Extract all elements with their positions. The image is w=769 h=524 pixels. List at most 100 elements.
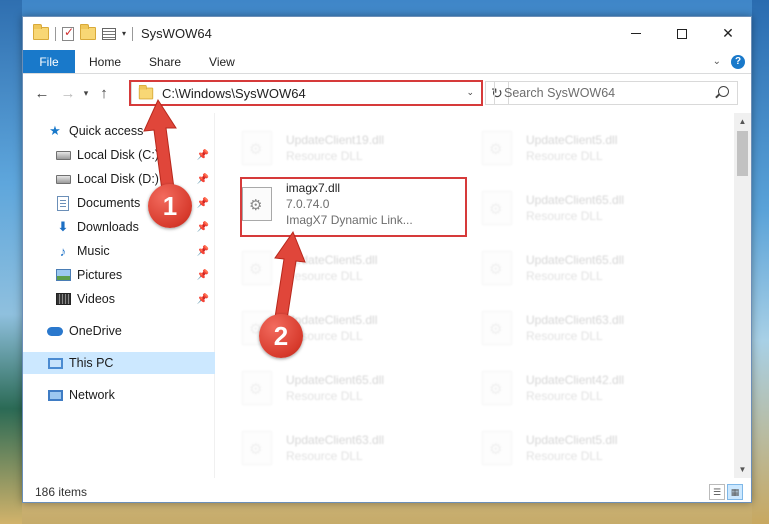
dll-file-icon	[482, 191, 512, 225]
file-item[interactable]: UpdateClient19.dll Resource DLL	[242, 125, 472, 171]
star-icon: ★	[49, 123, 61, 138]
address-dropdown-chevron-icon[interactable]: ⌄	[466, 87, 474, 98]
large-icons-view-icon[interactable]: ▦	[727, 484, 743, 500]
onedrive-icon	[47, 323, 63, 339]
file-name: UpdateClient5.dll	[526, 133, 618, 147]
minimize-button[interactable]	[613, 17, 659, 50]
navigation-bar: ← → ▾ ↑ C:\Windows\SysWOW64 ⌄ ↻	[23, 75, 751, 111]
close-icon: ✕	[722, 25, 734, 41]
file-item[interactable]: UpdateClient42.dll Resource DLL	[482, 365, 712, 411]
forward-button[interactable]: →	[57, 82, 79, 104]
file-item[interactable]: UpdateClient65.dll Resource DLL	[482, 245, 712, 291]
tab-file[interactable]: File	[23, 50, 75, 73]
scroll-up-icon[interactable]: ▲	[734, 113, 751, 130]
new-folder-icon[interactable]	[80, 24, 96, 40]
tab-view[interactable]: View	[195, 50, 249, 73]
recent-locations-button[interactable]: ▾	[79, 82, 93, 104]
scrollbar-thumb[interactable]	[737, 131, 748, 176]
dll-file-icon	[482, 371, 512, 405]
pin-icon[interactable]: 📌	[197, 270, 209, 281]
documents-icon	[55, 195, 71, 211]
folder-icon	[33, 24, 49, 40]
dll-file-icon	[482, 131, 512, 165]
sidebar-item-pictures[interactable]: Pictures 📌	[23, 264, 215, 286]
dll-file-icon	[242, 431, 272, 465]
sidebar-item-label: This PC	[69, 356, 114, 370]
details-view-icon[interactable]: ☰	[709, 484, 725, 500]
toolbar-divider	[132, 26, 134, 41]
file-type: Resource DLL	[526, 449, 603, 463]
sidebar-item-videos[interactable]: Videos 📌	[23, 288, 215, 310]
sidebar-item-this-pc[interactable]: This PC	[23, 352, 215, 374]
up-arrow-icon: ↑	[100, 84, 108, 102]
file-type: Resource DLL	[526, 209, 603, 223]
search-icon[interactable]	[718, 86, 729, 97]
sidebar-item-network[interactable]: Network	[23, 384, 215, 406]
dll-file-icon	[242, 251, 272, 285]
file-item[interactable]: UpdateClient5.dll Resource DLL	[482, 125, 712, 171]
pin-icon[interactable]: 📌	[197, 198, 209, 209]
window-title: SysWOW64	[141, 26, 212, 41]
sidebar-item-music[interactable]: ♪ Music 📌	[23, 240, 215, 262]
minimize-icon	[631, 33, 641, 34]
sidebar-item-label: Pictures	[77, 268, 123, 282]
address-path[interactable]: C:\Windows\SysWOW64	[162, 86, 306, 101]
scroll-down-icon[interactable]: ▼	[734, 461, 751, 478]
back-button[interactable]: ←	[31, 82, 53, 104]
step-2-badge: 2	[259, 314, 303, 358]
file-item[interactable]: UpdateClient63.dll Resource DLL	[242, 425, 472, 471]
sidebar-item-label: Local Disk (D:)	[77, 172, 159, 186]
sidebar-item-label: Documents	[77, 196, 141, 210]
tab-home[interactable]: Home	[75, 50, 135, 73]
file-type: Resource DLL	[526, 389, 603, 403]
sidebar-item-local-disk-d[interactable]: Local Disk (D:) 📌	[23, 168, 215, 190]
file-name: UpdateClient5.dll	[286, 253, 378, 267]
file-version: 7.0.74.0	[286, 197, 330, 211]
sidebar-item-quick-access[interactable]: ★ Quick access	[23, 120, 215, 142]
properties-check-icon[interactable]	[62, 25, 74, 41]
step-1-badge: 1	[148, 184, 192, 228]
close-button[interactable]: ✕	[705, 17, 751, 50]
pictures-icon	[55, 267, 71, 283]
properties-icon[interactable]	[102, 27, 116, 40]
toolbar-divider	[55, 26, 56, 41]
file-item[interactable]: UpdateClient5.dll Resource DLL	[482, 425, 712, 471]
vertical-scrollbar[interactable]: ▲ ▼	[734, 113, 751, 478]
file-item-imagx7[interactable]: imagx7.dll 7.0.74.0 ImagX7 Dynamic Link.…	[242, 181, 472, 227]
file-type: Resource DLL	[286, 149, 363, 163]
sidebar-item-onedrive[interactable]: OneDrive	[23, 320, 215, 342]
explorer-window: ▾ SysWOW64 ✕ File Home Share View ⌄ ? ← …	[22, 16, 752, 503]
file-name: UpdateClient19.dll	[286, 133, 385, 147]
up-button[interactable]: ↑	[93, 82, 115, 104]
pin-icon[interactable]: 📌	[197, 294, 209, 305]
file-item[interactable]: UpdateClient65.dll Resource DLL	[482, 185, 712, 231]
help-icon[interactable]: ?	[731, 54, 745, 69]
file-type: Resource DLL	[286, 389, 363, 403]
file-item[interactable]: UpdateClient5.dll Resource DLL	[242, 245, 472, 291]
maximize-icon	[677, 28, 687, 39]
file-name: UpdateClient42.dll	[526, 373, 625, 387]
music-icon: ♪	[59, 243, 67, 259]
file-type: Resource DLL	[286, 449, 363, 463]
search-box[interactable]	[494, 81, 738, 105]
file-item[interactable]: UpdateClient65.dll Resource DLL	[242, 365, 472, 411]
customize-toolbar-chevron-icon[interactable]: ▾	[122, 29, 126, 38]
pin-icon[interactable]: 📌	[197, 174, 209, 185]
search-input[interactable]	[504, 86, 704, 100]
file-list: UpdateClient19.dll Resource DLL imagx7.dl…	[216, 113, 734, 478]
desktop-background-left	[0, 0, 22, 524]
pin-icon[interactable]: 📌	[197, 222, 209, 233]
sidebar-item-label: Quick access	[69, 124, 144, 138]
dll-file-icon	[482, 431, 512, 465]
dll-file-icon	[482, 311, 512, 345]
address-bar[interactable]: C:\Windows\SysWOW64 ⌄	[131, 81, 483, 105]
maximize-button[interactable]	[659, 17, 705, 50]
tab-share[interactable]: Share	[135, 50, 195, 73]
file-item[interactable]: UpdateClient63.dll Resource DLL	[482, 305, 712, 351]
file-name: imagx7.dll	[286, 181, 341, 195]
pin-icon[interactable]: 📌	[197, 150, 209, 161]
expand-ribbon-chevron-icon[interactable]: ⌄	[713, 56, 721, 67]
pin-icon[interactable]: 📌	[197, 246, 209, 257]
sidebar-item-local-disk-c[interactable]: Local Disk (C:) 📌	[23, 144, 215, 166]
file-name: UpdateClient65.dll	[526, 253, 625, 267]
